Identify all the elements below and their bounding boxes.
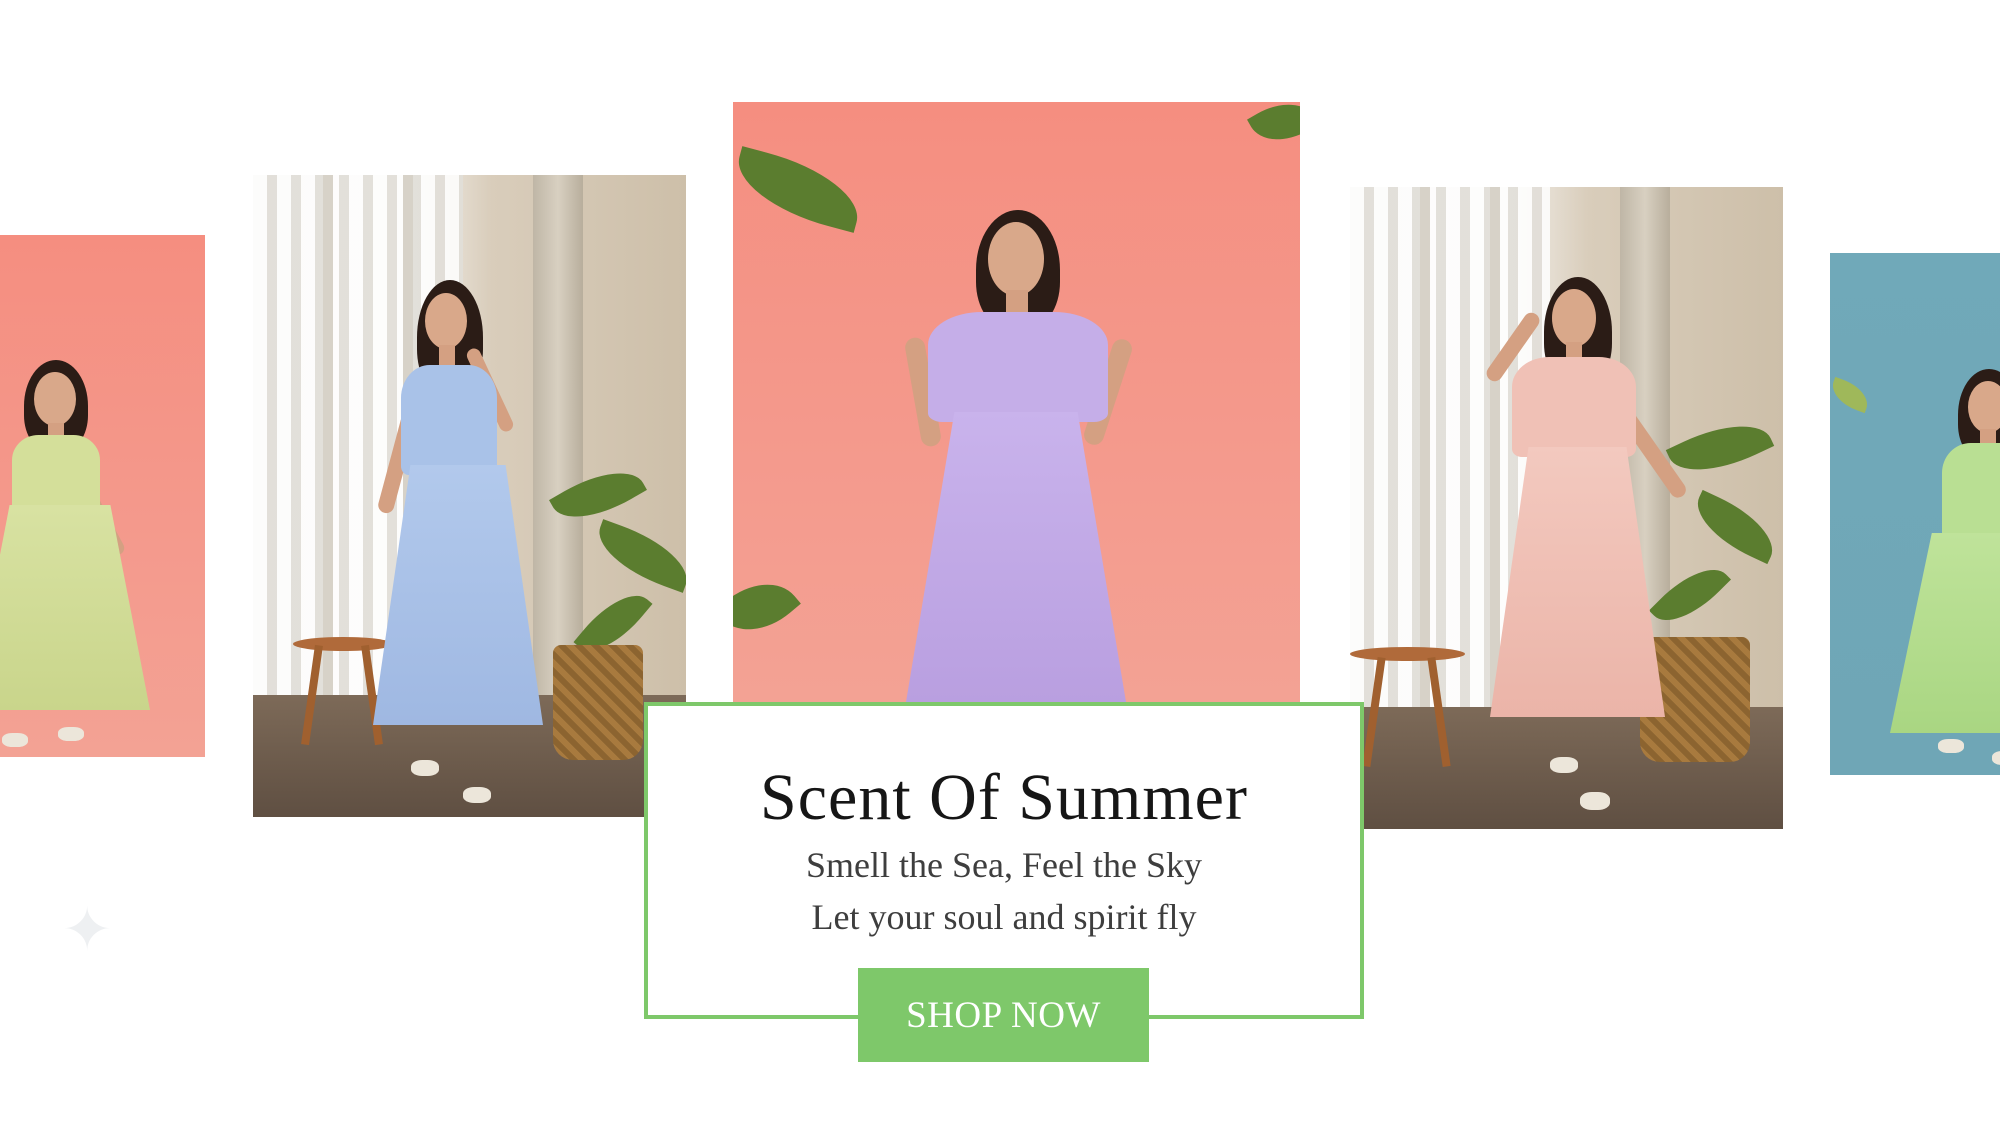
carousel-slide-5[interactable] xyxy=(1830,253,2000,775)
shop-now-button[interactable]: SHOP NOW xyxy=(858,968,1149,1062)
promo-title: Scent Of Summer xyxy=(760,761,1248,834)
model-figure xyxy=(1850,253,2000,775)
model-figure xyxy=(1450,187,1690,829)
model-figure xyxy=(0,235,180,757)
promo-tagline-line-2: Let your soul and spirit fly xyxy=(811,897,1197,937)
model-figure xyxy=(373,175,573,817)
model-figure xyxy=(888,102,1148,702)
sparkle-icon: ✦ xyxy=(62,895,113,965)
carousel-slide-3[interactable] xyxy=(733,102,1300,702)
carousel-slide-1[interactable] xyxy=(0,235,205,757)
carousel-slide-2[interactable] xyxy=(253,175,686,817)
carousel-slide-4[interactable] xyxy=(1350,187,1783,829)
promo-tagline-line-1: Smell the Sea, Feel the Sky xyxy=(806,845,1202,885)
